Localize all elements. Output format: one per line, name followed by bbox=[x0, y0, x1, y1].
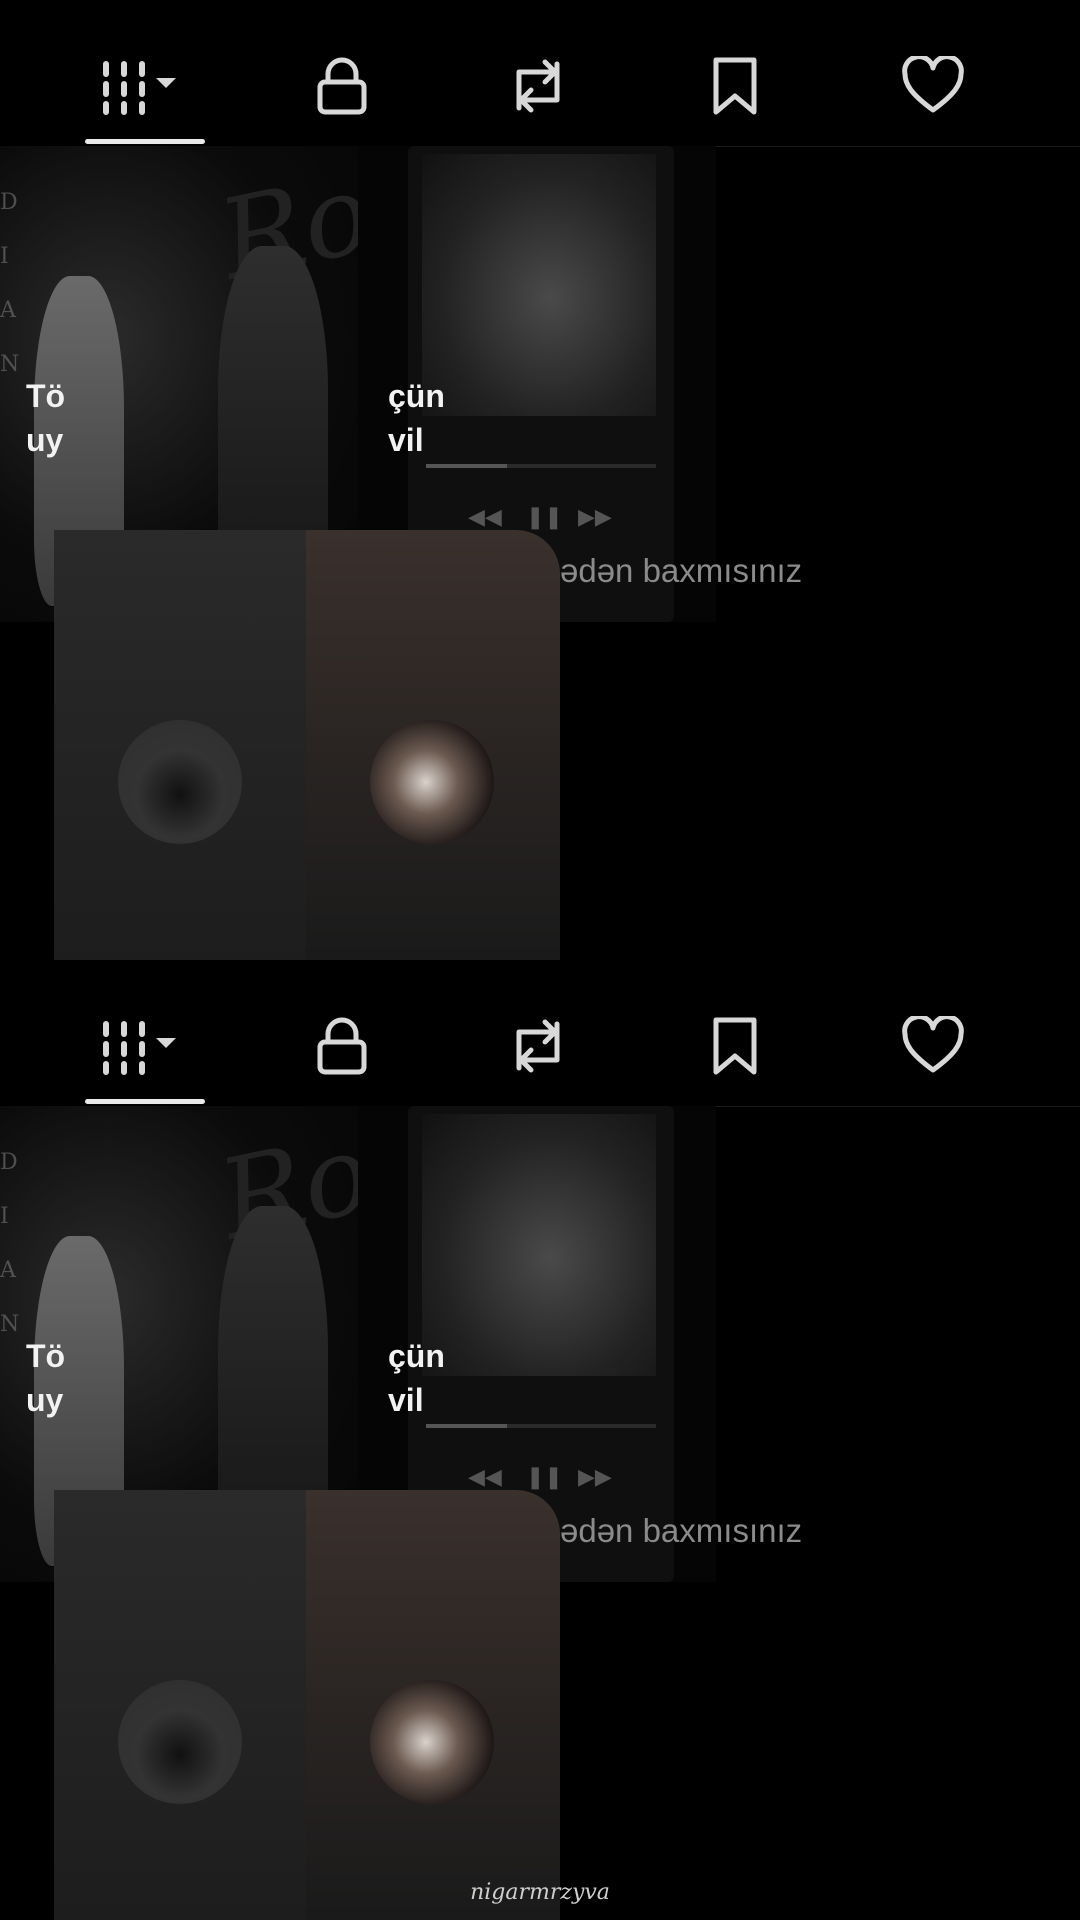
profile-tab-bar bbox=[0, 0, 1080, 147]
rewind-icon: ◀◀ bbox=[468, 504, 502, 529]
caption-line: vil bbox=[388, 422, 424, 458]
progress-fill bbox=[426, 464, 507, 468]
tab-liked[interactable] bbox=[878, 1004, 988, 1088]
overlay-card bbox=[54, 1490, 560, 1920]
viewed-label: ədən baxmısınız bbox=[560, 552, 803, 589]
heart-icon bbox=[902, 56, 964, 113]
screenshot-panel-top: DIAN Roy ◀◀ ❚❚ ▶▶ Tö uy çün vil ədən bax… bbox=[0, 0, 1080, 960]
caption-line: vil bbox=[388, 1382, 424, 1418]
album-photo bbox=[422, 1114, 656, 1376]
tab-selected-indicator bbox=[85, 1099, 205, 1104]
avatar bbox=[370, 1680, 494, 1804]
thumbnail-caption: Tö uy bbox=[26, 374, 65, 462]
progress-fill bbox=[426, 1424, 507, 1428]
overlay-left-panel bbox=[54, 1490, 306, 1920]
tab-private[interactable] bbox=[287, 44, 397, 128]
lock-icon bbox=[317, 57, 367, 115]
tab-private[interactable] bbox=[287, 1004, 397, 1088]
avatar bbox=[118, 1680, 242, 1804]
decorative-letters: DIAN bbox=[0, 1150, 20, 1337]
overlay-left-panel bbox=[54, 530, 306, 960]
avatar bbox=[118, 720, 242, 844]
grid-dropdown-icon bbox=[103, 61, 176, 115]
pause-icon: ❚❚ bbox=[526, 504, 563, 529]
tab-reposts[interactable] bbox=[483, 1004, 593, 1088]
screenshot-panel-bottom: DIAN Roy ◀◀ ❚❚ ▶▶ Tö uy çün vil ədən bax… bbox=[0, 960, 1080, 1920]
grid-dropdown-icon bbox=[103, 1021, 176, 1075]
overlay-right-panel bbox=[306, 530, 560, 960]
bookmark-icon bbox=[713, 57, 757, 115]
bookmark-icon bbox=[713, 1017, 757, 1075]
tab-posts[interactable] bbox=[86, 44, 196, 128]
repost-icon bbox=[516, 1019, 560, 1073]
tab-reposts[interactable] bbox=[483, 44, 593, 128]
rewind-icon: ◀◀ bbox=[468, 1464, 502, 1489]
thumbnail-caption: Tö uy bbox=[26, 1334, 65, 1422]
progress-track bbox=[426, 1424, 656, 1428]
caption-line: uy bbox=[26, 1382, 64, 1418]
tab-favorites[interactable] bbox=[680, 1004, 790, 1088]
thumbnail-caption: çün vil bbox=[388, 374, 445, 462]
forward-icon: ▶▶ bbox=[578, 1464, 612, 1489]
caption-line: uy bbox=[26, 422, 64, 458]
caption-line: çün bbox=[388, 1338, 445, 1374]
tab-liked[interactable] bbox=[878, 44, 988, 128]
watermark: nigarmrzyva bbox=[470, 1880, 610, 1905]
lock-icon bbox=[317, 1017, 367, 1075]
album-photo bbox=[422, 154, 656, 416]
overlay-card bbox=[54, 530, 560, 960]
heart-icon bbox=[902, 1016, 964, 1073]
repost-icon bbox=[516, 59, 560, 113]
caption-line: Tö bbox=[26, 378, 66, 414]
overlay-right-panel bbox=[306, 1490, 560, 1920]
avatar bbox=[370, 720, 494, 844]
thumbnail-caption: çün vil bbox=[388, 1334, 445, 1422]
caption-line: çün bbox=[388, 378, 445, 414]
caption-line: Tö bbox=[26, 1338, 66, 1374]
forward-icon: ▶▶ bbox=[578, 504, 612, 529]
tab-favorites[interactable] bbox=[680, 44, 790, 128]
pause-icon: ❚❚ bbox=[526, 1464, 563, 1489]
profile-tab-bar bbox=[0, 960, 1080, 1107]
tab-selected-indicator bbox=[85, 139, 205, 144]
decorative-letters: DIAN bbox=[0, 190, 20, 377]
progress-track bbox=[426, 464, 656, 468]
tab-posts[interactable] bbox=[86, 1004, 196, 1088]
viewed-label: ədən baxmısınız bbox=[560, 1512, 803, 1549]
